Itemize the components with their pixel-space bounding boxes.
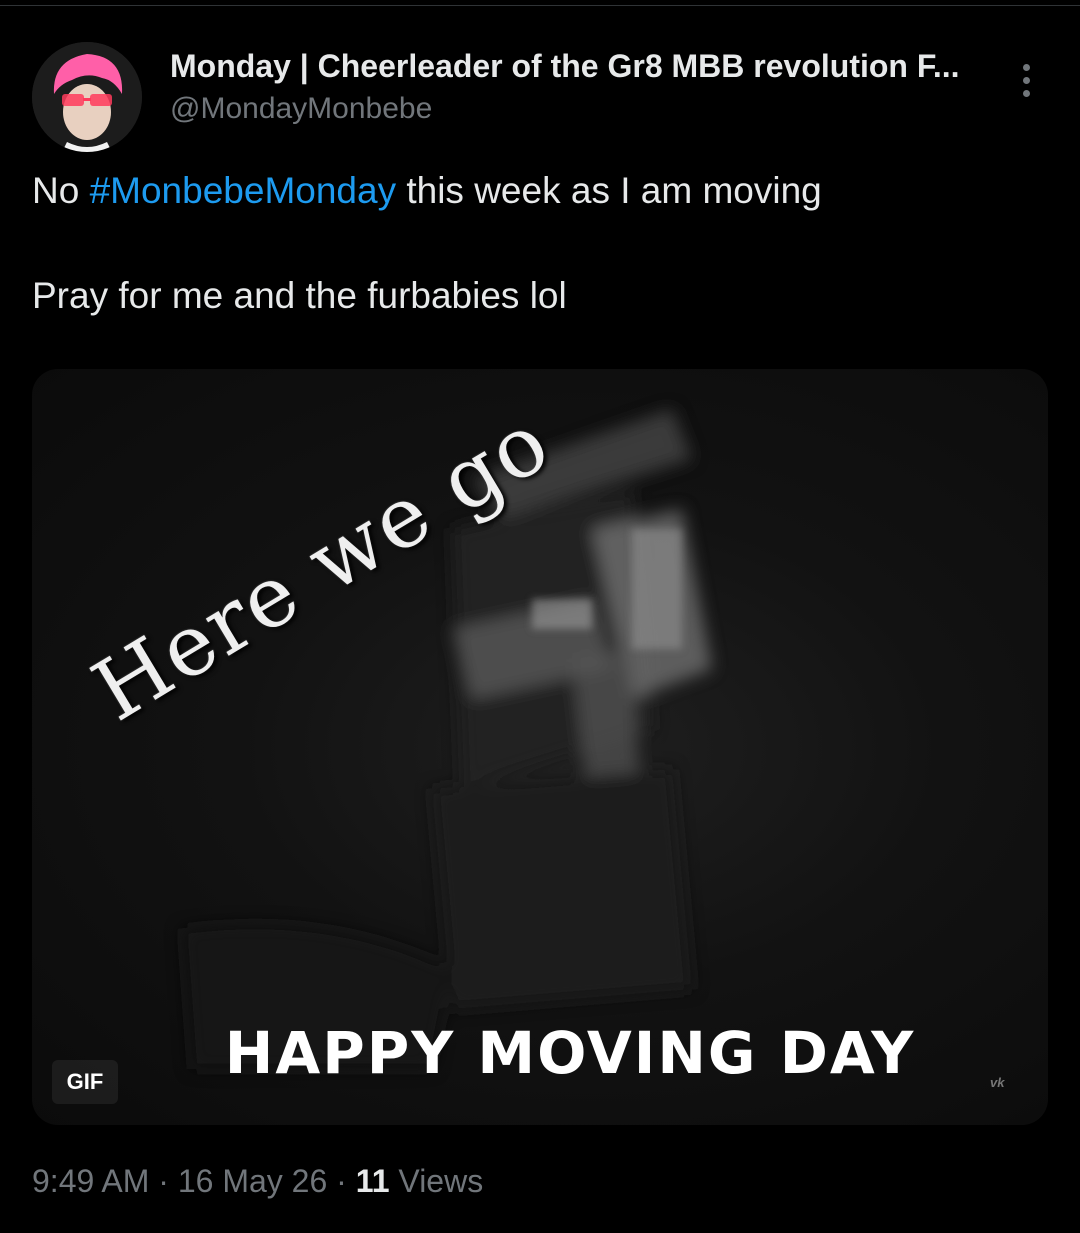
gif-watermark: vk bbox=[990, 1075, 1005, 1090]
views-count[interactable]: 11 bbox=[356, 1163, 390, 1199]
more-options-icon[interactable] bbox=[1008, 58, 1044, 102]
meta-separator: · bbox=[327, 1163, 356, 1199]
tweet-text-suffix: this week as I am moving bbox=[396, 170, 822, 211]
tweet-text-line-2: Pray for me and the furbabies lol bbox=[32, 275, 567, 316]
gif-media[interactable]: Here we go HAPPY MOVING DAY GIF vk bbox=[32, 369, 1048, 1125]
top-divider bbox=[0, 5, 1080, 6]
author-handle[interactable]: @MondayMonbebe bbox=[170, 92, 432, 126]
tweet-date[interactable]: 16 May 26 bbox=[178, 1163, 327, 1199]
author-display-name[interactable]: Monday | Cheerleader of the Gr8 MBB revo… bbox=[170, 48, 990, 85]
tweet-meta: 9:49 AM · 16 May 26 · 11 Views bbox=[32, 1163, 483, 1200]
meta-separator: · bbox=[149, 1163, 178, 1199]
gif-caption: HAPPY MOVING DAY bbox=[224, 1019, 916, 1087]
more-dot bbox=[1022, 63, 1030, 71]
avatar[interactable] bbox=[32, 42, 142, 152]
views-label: Views bbox=[389, 1163, 484, 1199]
tweet-text-line-1: No #MonbebeMonday this week as I am movi… bbox=[32, 170, 822, 212]
more-dot bbox=[1022, 89, 1030, 97]
hashtag-link[interactable]: #MonbebeMonday bbox=[90, 170, 397, 211]
gif-badge: GIF bbox=[52, 1060, 118, 1104]
more-dot bbox=[1022, 76, 1030, 84]
avatar-image bbox=[32, 42, 142, 152]
tweet-time[interactable]: 9:49 AM bbox=[32, 1163, 149, 1199]
tweet-text-prefix: No bbox=[32, 170, 90, 211]
